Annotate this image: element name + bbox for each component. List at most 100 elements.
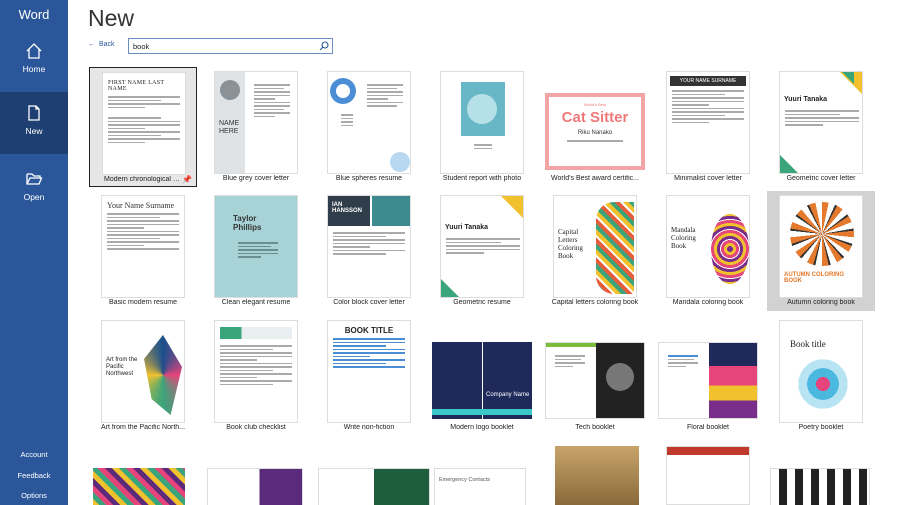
template-thumbnail: Your Name Surname	[101, 195, 185, 298]
sidebar-item-label: Home	[22, 64, 46, 74]
sidebar-account-link[interactable]: Account	[0, 450, 68, 459]
template-thumbnail: World's Best Cat Sitter Riku Nanako	[545, 93, 645, 170]
template-caption: Capital letters coloring book	[551, 299, 639, 306]
template-thumbnail	[545, 342, 645, 419]
thumb-text: IAN HANSSON	[328, 196, 370, 226]
template-tile[interactable]: AUTUMN COLORING BOOK Autumn coloring boo…	[767, 191, 875, 311]
thumb-text: Book title	[790, 339, 826, 349]
template-caption: Mandala coloring book	[672, 299, 744, 306]
sidebar-item-label: New	[25, 126, 43, 136]
main-panel: New ← Back FIRST NAME LAST NAME Modern c…	[68, 0, 900, 505]
search-icon[interactable]	[316, 39, 332, 53]
sidebar-item-new[interactable]: New	[0, 92, 68, 154]
thumb-text: Taylor Phillips	[233, 214, 262, 232]
template-tile[interactable]: Mandala Coloring Book Mandala coloring b…	[654, 191, 762, 311]
template-tile[interactable]: FIRST NAME LAST NAME Modern chronologica…	[89, 67, 197, 187]
template-thumbnail: Mandala Coloring Book	[666, 195, 750, 298]
template-tile[interactable]: Yuuri Tanaka Geometric cover letter	[767, 67, 875, 187]
template-tile[interactable]: IAN HANSSON Color block cover letter	[315, 191, 423, 311]
thumb-text: Yuuri Tanaka	[784, 96, 828, 103]
sidebar-item-label: Open	[23, 192, 45, 202]
template-caption: Blue grey cover letter	[222, 175, 290, 182]
app-name: Word	[18, 7, 50, 22]
thumb-text: World's Best	[583, 102, 607, 107]
template-thumbnail: Company Name	[432, 342, 532, 419]
template-thumbnail: IAN HANSSON	[327, 195, 411, 298]
template-tile[interactable]: Company Name Modern logo booklet	[428, 316, 536, 436]
template-thumbnail: YOUR NAME SURNAME	[666, 71, 750, 174]
partial-template-tile[interactable]	[207, 468, 303, 505]
template-tile[interactable]: World's Best Cat Sitter Riku Nanako Worl…	[541, 67, 649, 187]
page-title: New	[88, 5, 135, 31]
thumb-text: AUTUMN COLORING BOOK	[784, 272, 844, 284]
template-thumbnail: Book title	[779, 320, 863, 423]
template-caption: Art from the Pacific North...	[100, 424, 186, 431]
template-caption: Color block cover letter	[333, 299, 405, 306]
back-label: Back	[99, 41, 115, 48]
template-thumbnail: BOOK TITLE	[327, 320, 411, 423]
template-tile[interactable]: Floral booklet	[654, 316, 762, 436]
sidebar-options-link[interactable]: Options	[0, 491, 68, 500]
sidebar: Word Home New Open Account Feedback Opti…	[0, 0, 68, 505]
thumb-text: Capital Letters Coloring Book	[558, 228, 583, 260]
template-tile[interactable]: Book club checklist	[202, 316, 310, 436]
template-tile[interactable]: Book title Poetry booklet	[767, 316, 875, 436]
sidebar-item-open[interactable]: Open	[0, 158, 68, 220]
template-thumbnail	[440, 71, 524, 174]
template-thumbnail	[214, 320, 298, 423]
template-thumbnail	[658, 342, 758, 419]
template-caption: Student report with photo	[442, 175, 522, 182]
partial-template-tile[interactable]	[93, 468, 185, 505]
thumb-text: Company Name	[486, 392, 530, 398]
template-caption: Blue spheres resume	[335, 175, 403, 182]
template-tile[interactable]: Capital Letters Coloring Book Capital le…	[541, 191, 649, 311]
search-box	[128, 38, 333, 54]
template-tile[interactable]: Yuuri Tanaka Geometric resume	[428, 191, 536, 311]
template-thumbnail: Yuuri Tanaka	[779, 71, 863, 174]
template-caption: Minimalist cover letter	[674, 175, 742, 182]
template-caption: Clean elegant resume	[221, 299, 291, 306]
search-input[interactable]	[129, 41, 316, 51]
folder-icon	[26, 173, 43, 185]
template-tile[interactable]: Your Name Surname Basic modern resume	[89, 191, 197, 311]
template-caption: Autumn coloring book	[787, 299, 855, 306]
thumb-text: YOUR NAME SURNAME	[670, 76, 746, 86]
thumb-text: BOOK TITLE	[344, 326, 394, 335]
template-tile[interactable]: NAME HERE Blue grey cover letter	[202, 67, 310, 187]
template-thumbnail: Taylor Phillips	[214, 195, 298, 298]
template-thumbnail: FIRST NAME LAST NAME	[102, 72, 186, 175]
template-tile[interactable]: Art from the Pacific Northwest Art from …	[89, 316, 197, 436]
template-caption: Geometric resume	[453, 299, 511, 306]
template-tile[interactable]: BOOK TITLE Write non-fiction	[315, 316, 423, 436]
template-thumbnail: Capital Letters Coloring Book	[553, 195, 637, 298]
partial-template-tile[interactable]: Emergency Contacts	[434, 468, 526, 505]
template-caption: Book club checklist	[226, 424, 286, 431]
template-caption: Floral booklet	[686, 424, 730, 431]
partial-template-tile[interactable]	[666, 446, 750, 505]
template-tile[interactable]: Tech booklet	[541, 316, 649, 436]
template-tile[interactable]: Taylor Phillips Clean elegant resume	[202, 191, 310, 311]
template-tile[interactable]: Student report with photo	[428, 67, 536, 187]
partial-template-tile[interactable]	[555, 446, 639, 505]
thumb-text: Mandala Coloring Book	[671, 226, 696, 250]
partial-template-tile[interactable]	[770, 468, 870, 505]
template-caption: Poetry booklet	[798, 424, 844, 431]
template-tile[interactable]: Blue spheres resume	[315, 67, 423, 187]
sidebar-feedback-link[interactable]: Feedback	[0, 471, 68, 480]
home-icon	[26, 43, 42, 59]
template-tile[interactable]: YOUR NAME SURNAME Minimalist cover lette…	[654, 67, 762, 187]
thumb-text: Yuuri Tanaka	[445, 224, 489, 231]
template-caption: Geometric cover letter	[786, 175, 856, 182]
template-thumbnail: AUTUMN COLORING BOOK	[779, 195, 863, 298]
thumb-text: Emergency Contacts	[439, 477, 491, 483]
new-document-icon	[28, 105, 40, 121]
pin-icon[interactable]: 📌	[182, 175, 192, 184]
template-caption: Modern logo booklet	[450, 424, 514, 431]
thumb-text: FIRST NAME LAST NAME	[108, 80, 165, 92]
sidebar-item-home[interactable]: Home	[0, 30, 68, 92]
back-button[interactable]: ← Back	[88, 41, 115, 48]
thumb-text: NAME HERE	[219, 120, 240, 135]
template-thumbnail: NAME HERE	[214, 71, 298, 174]
template-caption: Write non-fiction	[343, 424, 395, 431]
partial-template-tile[interactable]	[318, 468, 430, 505]
